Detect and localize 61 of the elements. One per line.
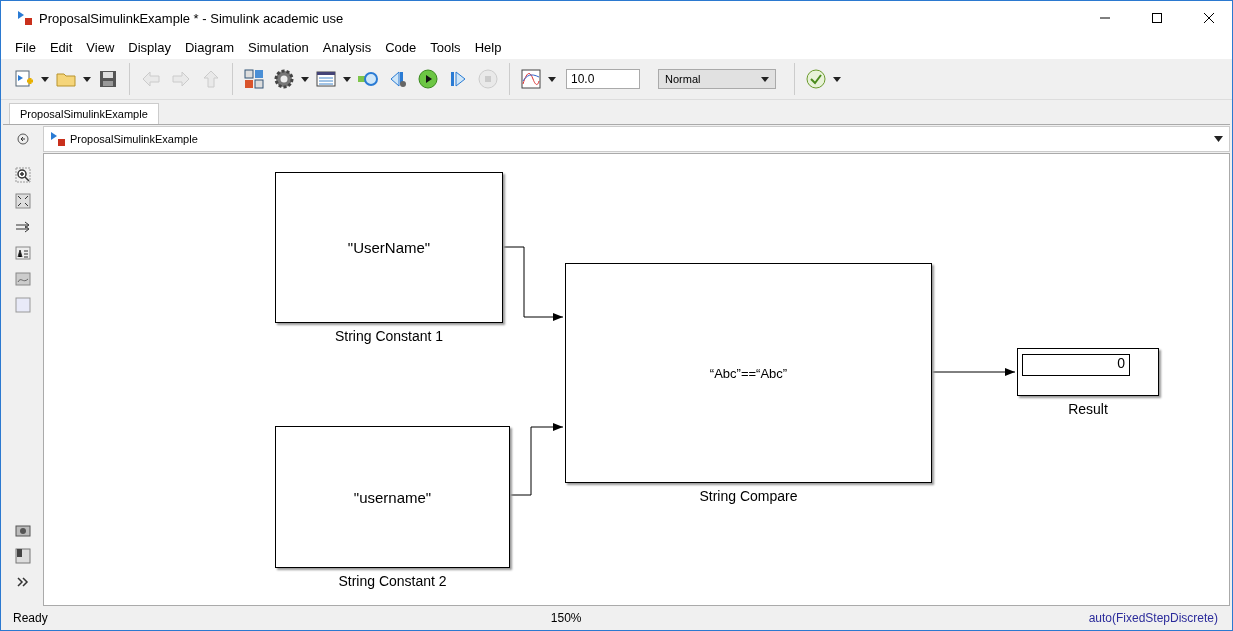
caret-icon[interactable] [41,76,49,82]
close-icon [1204,13,1214,23]
arrows-icon[interactable] [15,219,31,235]
stop-time-field[interactable]: 10.0 [566,69,640,89]
stop-icon [478,69,498,89]
caret-icon [761,76,769,82]
solver-link[interactable]: auto(FixedStepDiscrete) [1088,611,1218,625]
menu-item[interactable]: Code [379,39,425,55]
caret-icon[interactable] [83,76,91,82]
menu-item[interactable]: Analysis [316,39,380,55]
zoom-in-icon[interactable] [15,167,31,183]
constant-block[interactable]: "username" [275,426,510,568]
constant-block[interactable]: "UserName" [275,172,503,323]
maximize-icon [1152,13,1162,23]
run-icon [418,69,438,89]
caret-icon[interactable] [833,76,841,82]
image-icon[interactable] [15,271,31,287]
menu-item[interactable]: Tools [424,39,469,55]
up-arrow-icon [201,69,221,89]
zoom-level: 150% [550,611,583,625]
caret-icon[interactable] [301,76,309,82]
breadcrumb-item[interactable]: ProposalSimulinkExample [70,133,1210,145]
save-icon [98,69,118,89]
menu-item[interactable]: Simulation [242,39,317,55]
window-title: ProposalSimulinkExample * - Simulink academic use [39,10,345,26]
caret-icon[interactable] [548,76,556,82]
block-label: String Constant 1 [334,328,444,344]
gear-icon [274,69,294,89]
step-back-icon [388,69,408,89]
menu-item[interactable]: Diagram [178,39,243,55]
menu-item[interactable]: View [80,39,123,55]
model-icon [17,10,33,26]
status-text: Ready [13,611,49,625]
menu-item[interactable]: Edit [43,39,81,55]
caret-icon[interactable] [343,76,351,82]
menu-item[interactable]: Help [468,39,510,55]
fit-to-view-icon[interactable] [15,193,31,209]
block-label: Result [1068,401,1108,417]
refresh-block-icon [358,69,378,89]
model-icon [50,131,66,147]
back-arrow-icon [141,69,161,89]
forward-arrow-icon [171,69,191,89]
block-label: String Compare [699,488,798,504]
check-icon[interactable] [806,69,826,89]
camera-icon[interactable] [15,522,31,538]
menu-item[interactable]: File [9,39,44,55]
simulation-mode-dropdown[interactable]: Normal [658,69,776,89]
back-circle-icon[interactable] [17,133,29,145]
table-icon [316,69,336,89]
display-value: 0 [1022,354,1130,376]
annotation-icon[interactable] [15,245,31,261]
step-forward-icon [448,69,468,89]
scope-icon [521,69,541,89]
caret-icon[interactable] [1214,136,1223,142]
model-tab[interactable]: ProposalSimulinkExample [9,103,159,124]
library-grid-icon [244,69,264,89]
new-model-icon [14,69,34,89]
block-label: String Constant 2 [338,573,447,589]
property-inspector-icon[interactable] [15,548,31,564]
menu-item[interactable]: Display [122,39,179,55]
compare-block[interactable]: “Abc”==“Abc” [565,263,932,483]
